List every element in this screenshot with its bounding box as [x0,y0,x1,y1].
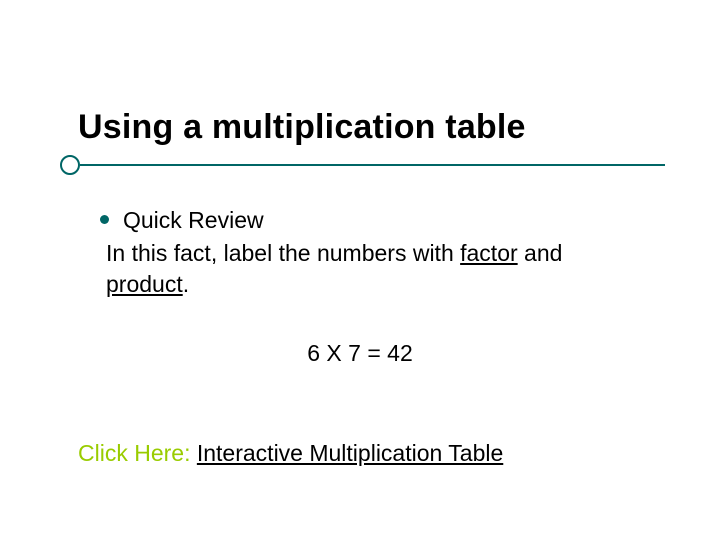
bullet-item: Quick Review [100,205,640,236]
decorative-circle-icon [60,155,80,175]
bullet-continuation: In this fact, label the numbers with fac… [106,238,640,300]
link-prefix: Click Here: [78,440,197,466]
line3-post: . [183,271,189,297]
title-rule [0,155,720,175]
underline-product: product [106,271,183,297]
line2-mid: and [518,240,563,266]
underline-factor: factor [460,240,518,266]
slide: Using a multiplication table Quick Revie… [0,0,720,540]
decorative-rule-line [80,164,665,166]
slide-title: Using a multiplication table [78,108,526,147]
body-text: Quick Review In this fact, label the num… [100,205,640,300]
bullet-lead: Quick Review [123,205,640,236]
equation-text: 6 X 7 = 42 [0,340,720,367]
interactive-table-link[interactable]: Interactive Multiplication Table [197,440,503,466]
bullet-icon [100,215,109,224]
link-row[interactable]: Click Here: Interactive Multiplication T… [78,440,503,467]
line2-pre: In this fact, label the numbers with [106,240,460,266]
